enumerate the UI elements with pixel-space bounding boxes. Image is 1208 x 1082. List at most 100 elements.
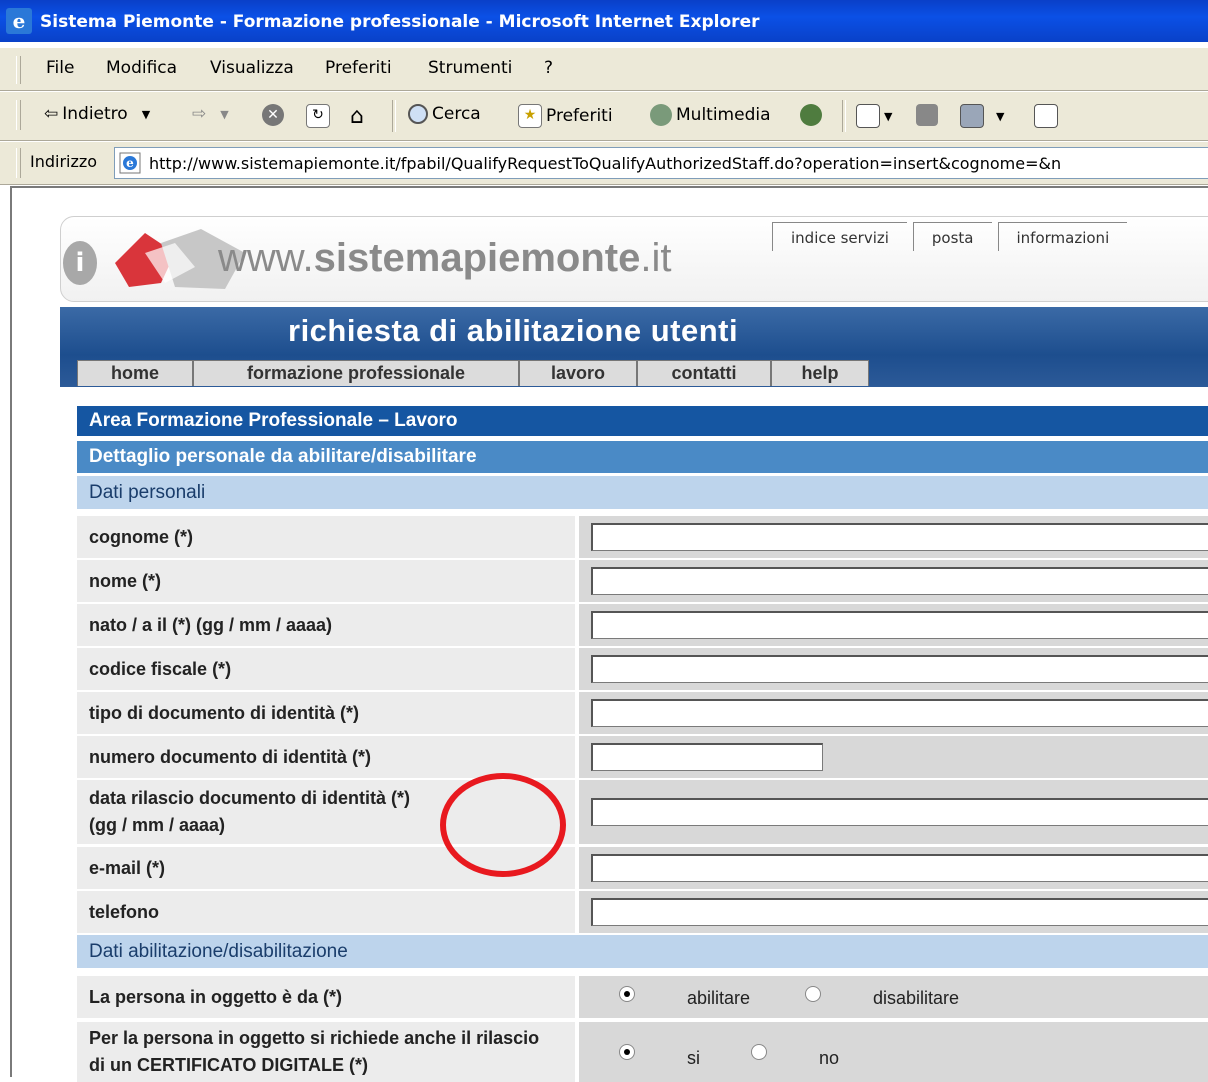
nav-contatti[interactable]: contatti [637, 360, 771, 386]
history-icon [800, 104, 822, 126]
field-value-cell [579, 780, 1208, 844]
radio-label-si: si [687, 1048, 700, 1068]
mail-button[interactable]: ▼ [856, 104, 892, 128]
abil-section-title: Dati abilitazione/disabilitazione [77, 935, 1208, 968]
chevron-down-icon[interactable]: ▼ [142, 108, 150, 121]
tab-informazioni[interactable]: informazioni [997, 222, 1128, 251]
search-icon [408, 104, 428, 124]
home-button[interactable]: ⌂ [350, 104, 364, 129]
svg-text:e: e [126, 156, 134, 170]
abil-row: La persona in oggetto è da (*) abilitare… [77, 976, 1208, 1018]
svg-text:e: e [13, 9, 26, 33]
field-label: cognome (*) [77, 516, 575, 558]
field-value-cell [579, 560, 1208, 602]
field-value-cell [579, 516, 1208, 558]
forward-arrow-icon: ⇨ [192, 104, 207, 124]
history-button[interactable] [800, 104, 822, 126]
radio-label-no: no [819, 1048, 840, 1068]
cognome-input[interactable] [591, 523, 1208, 551]
back-label: Indietro [62, 104, 128, 124]
field-value-cell [579, 604, 1208, 646]
media-label: Multimedia [676, 105, 771, 125]
nav-lavoro[interactable]: lavoro [519, 360, 637, 386]
nav-home[interactable]: home [77, 360, 193, 386]
edit-icon [960, 104, 984, 128]
phone-input[interactable] [591, 898, 1208, 926]
radio-disabilitare[interactable] [805, 986, 821, 1002]
favorites-button[interactable]: ★ Preferiti [518, 104, 613, 128]
favorites-label: Preferiti [546, 106, 613, 126]
issue-date-input[interactable] [591, 798, 1208, 826]
nav-help[interactable]: help [771, 360, 869, 386]
site-logo[interactable]: www.sistemapiemonte.it [218, 236, 671, 281]
field-row-nascita: nato / a il (*) (gg / mm / aaaa) [77, 604, 1208, 646]
detail-title: Dettaglio personale da abilitare/disabil… [77, 441, 1208, 473]
abil-question: La persona in oggetto è da (*) [77, 976, 575, 1018]
nome-input[interactable] [591, 567, 1208, 595]
address-input[interactable]: e http://www.sistemapiemonte.it/fpabil/Q… [114, 147, 1208, 179]
menu-visualizza[interactable]: Visualizza [210, 58, 294, 78]
field-row-cognome: cognome (*) [77, 516, 1208, 558]
address-label: Indirizzo [30, 152, 98, 171]
toolbar-separator [392, 100, 396, 132]
radio-si[interactable] [619, 1044, 635, 1060]
cert-row: Per la persona in oggetto si richiede an… [77, 1022, 1208, 1082]
field-value-cell [579, 648, 1208, 690]
tab-indice-servizi[interactable]: indice servizi [772, 222, 907, 251]
codice-fiscale-input[interactable] [591, 655, 1208, 683]
field-label: nome (*) [77, 560, 575, 602]
field-value-cell [579, 847, 1208, 889]
media-button[interactable]: Multimedia [650, 104, 771, 126]
tab-posta[interactable]: posta [912, 222, 992, 251]
address-url: http://www.sistemapiemonte.it/fpabil/Qua… [149, 154, 1062, 173]
edit-button[interactable]: ▼ [960, 104, 1004, 128]
field-row-nome: nome (*) [77, 560, 1208, 602]
field-label: numero documento di identità (*) [77, 736, 575, 778]
chevron-down-icon[interactable]: ▼ [220, 108, 228, 121]
star-icon: ★ [518, 104, 542, 128]
standard-toolbar: ⇦ Indietro ▼ ⇨ ▼ ✕ ↻ ⌂ Cerca ★ Preferiti… [0, 92, 1208, 141]
discuss-button[interactable] [1034, 104, 1058, 128]
print-button[interactable] [916, 104, 938, 126]
document-type-input[interactable] [591, 699, 1208, 727]
chevron-down-icon[interactable]: ▼ [996, 110, 1004, 123]
menu-help[interactable]: ? [544, 58, 553, 78]
refresh-button[interactable]: ↻ [306, 104, 330, 128]
search-button[interactable]: Cerca [408, 104, 481, 124]
cert-question: Per la persona in oggetto si richiede an… [77, 1022, 575, 1082]
birth-date-input[interactable] [591, 611, 1208, 639]
personal-section-title: Dati personali [77, 476, 1208, 509]
field-label: data rilascio documento di identità (*) … [77, 780, 575, 844]
nav-formazione-professionale[interactable]: formazione professionale [193, 360, 519, 386]
field-row-tipo-documento: tipo di documento di identità (*) [77, 692, 1208, 734]
chevron-down-icon[interactable]: ▼ [884, 110, 892, 123]
radio-no[interactable] [751, 1044, 767, 1060]
menu-modifica[interactable]: Modifica [106, 58, 177, 78]
top-tabs: indice servizi posta informazioni [772, 222, 1133, 251]
stop-icon: ✕ [262, 104, 284, 126]
window-titlebar: e Sistema Piemonte - Formazione professi… [0, 0, 1208, 42]
menu-preferiti[interactable]: Preferiti [325, 58, 392, 78]
field-row-telefono: telefono [77, 891, 1208, 933]
field-value-cell [579, 692, 1208, 734]
back-button[interactable]: ⇦ Indietro ▼ [44, 104, 150, 124]
field-row-codice-fiscale: codice fiscale (*) [77, 648, 1208, 690]
field-row-data-rilascio: data rilascio documento di identità (*) … [77, 780, 1208, 844]
field-label: codice fiscale (*) [77, 648, 575, 690]
forward-button[interactable]: ⇨ ▼ [192, 104, 229, 124]
back-arrow-icon: ⇦ [44, 104, 59, 124]
document-number-input[interactable] [591, 743, 823, 771]
menu-strumenti[interactable]: Strumenti [428, 58, 512, 78]
radio-abilitare[interactable] [619, 986, 635, 1002]
logo-name: sistemapiemonte [313, 236, 641, 280]
stop-button[interactable]: ✕ [262, 104, 284, 126]
main-nav: home formazione professionale lavoro con… [77, 360, 869, 387]
field-label: tipo di documento di identità (*) [77, 692, 575, 734]
media-icon [650, 104, 672, 126]
field-label: telefono [77, 891, 575, 933]
logo-prefix: www. [218, 236, 314, 280]
field-value-cell [579, 736, 1208, 778]
print-icon [916, 104, 938, 126]
email-input[interactable] [591, 854, 1208, 882]
menu-file[interactable]: File [46, 58, 74, 78]
